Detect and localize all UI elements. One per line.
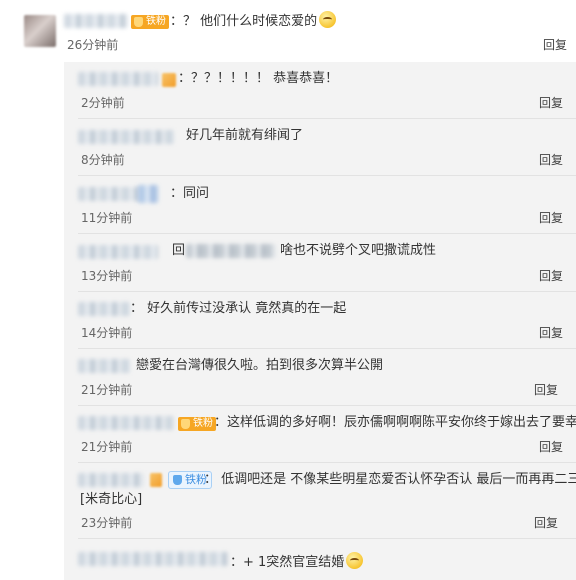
reply-text-line2: [米奇比心] <box>80 492 143 507</box>
username-blurred[interactable] <box>78 473 144 487</box>
emoji-icon <box>319 11 337 28</box>
fan-badge-icon <box>162 73 176 87</box>
comment-text: ：？ 他们什么时候恋爱的 <box>170 11 337 31</box>
reply-button[interactable]: 回复 <box>539 210 563 226</box>
username-blurred[interactable] <box>78 187 140 201</box>
reply-text-content: ：+ 1突然官宣结婚 <box>230 555 345 570</box>
reply-item: ： 好久前传过没承认 竟然真的在一起 14分钟前 回复 <box>64 292 576 349</box>
reply-text: 戀愛在台灣傳很久啦。拍到很多次算半公開 <box>136 358 384 373</box>
reply-text: 啥也不说劈个叉吧撒谎成性 <box>280 243 437 258</box>
reply-item: ：？？！！！！ 恭喜恭喜！ 2分钟前 回复 <box>64 62 576 119</box>
reply-button[interactable]: 回复 <box>539 439 563 455</box>
reply-text: ：+ 1突然官宣结婚 <box>230 552 364 572</box>
reply-text: ： 好久前传过没承认 竟然真的在一起 <box>130 301 347 316</box>
username-blurred[interactable] <box>78 552 228 566</box>
reply-button[interactable]: 回复 <box>534 382 558 398</box>
reply-button[interactable]: 回复 <box>539 95 563 111</box>
reply-button[interactable]: 回复 <box>534 515 558 531</box>
reply-item: ：同问 11分钟前 回复 <box>64 176 576 234</box>
comment-time: 26分钟前 <box>67 38 119 52</box>
username-blurred[interactable] <box>78 302 130 316</box>
emoji-icon <box>346 552 364 569</box>
reply-button[interactable]: 回复 <box>539 325 563 341</box>
reply-item: 戀愛在台灣傳很久啦。拍到很多次算半公開 21分钟前 回复 <box>64 349 576 406</box>
reply-text: ： 低调吧还是 不像某些明星恋爱否认怀孕否认 最后一而再再二三打 <box>204 472 576 487</box>
reply-item: 铁粉 ：这样低调的多好啊！辰亦儒啊啊啊陈平安你终于嫁出去了要幸 21分钟前 回复 <box>64 406 576 463</box>
top-comment: 铁粉 ：？ 他们什么时候恋爱的 26分钟前 回复 <box>0 0 576 62</box>
username-blurred[interactable] <box>78 416 174 430</box>
reply-time: 11分钟前 <box>81 211 133 225</box>
avatar[interactable] <box>24 15 56 47</box>
reply-time: 14分钟前 <box>81 326 133 340</box>
username-blurred[interactable] <box>78 359 130 373</box>
reply-time: 23分钟前 <box>81 516 133 530</box>
reply-button[interactable]: 回复 <box>543 37 567 53</box>
reply-item: ：+ 1突然官宣结婚 <box>64 539 576 580</box>
replies-panel: ：？？！！！！ 恭喜恭喜！ 2分钟前 回复 好几年前就有绯闻了 8分钟前 回复 … <box>64 62 576 580</box>
reply-item: 铁粉 ： 低调吧还是 不像某些明星恋爱否认怀孕否认 最后一而再再二三打 [米奇比… <box>64 463 576 539</box>
reply-prefix: 回 <box>172 243 186 258</box>
reply-time: 2分钟前 <box>81 96 125 110</box>
reply-time: 21分钟前 <box>81 383 133 397</box>
reply-time: 21分钟前 <box>81 440 133 454</box>
reply-text: ：这样低调的多好啊！辰亦儒啊啊啊陈平安你终于嫁出去了要幸 <box>214 415 576 430</box>
reply-button[interactable]: 回复 <box>539 152 563 168</box>
username-blurred[interactable] <box>78 130 174 144</box>
username-blurred-highlight[interactable] <box>138 185 158 203</box>
reply-text: ：？？！！！！ 恭喜恭喜！ <box>178 71 339 86</box>
username-blurred[interactable] <box>64 14 128 28</box>
reply-item: 好几年前就有绯闻了 8分钟前 回复 <box>64 119 576 176</box>
reply-text: 好几年前就有绯闻了 <box>186 128 304 143</box>
reply-time: 13分钟前 <box>81 269 133 283</box>
fan-level-icon <box>150 473 162 487</box>
username-blurred[interactable] <box>78 72 158 86</box>
username-blurred[interactable] <box>78 245 158 259</box>
fan-badge: 铁粉 <box>131 15 169 29</box>
fan-badge: 铁粉 <box>178 417 216 431</box>
reply-button[interactable]: 回复 <box>539 268 563 284</box>
reply-item: 回 啥也不说劈个叉吧撒谎成性 13分钟前 回复 <box>64 234 576 292</box>
reply-text: ：同问 <box>170 186 210 201</box>
comment-text-content: ：？ 他们什么时候恋爱的 <box>170 14 318 29</box>
mentioned-user-blurred[interactable] <box>186 244 276 258</box>
reply-time: 8分钟前 <box>81 153 125 167</box>
